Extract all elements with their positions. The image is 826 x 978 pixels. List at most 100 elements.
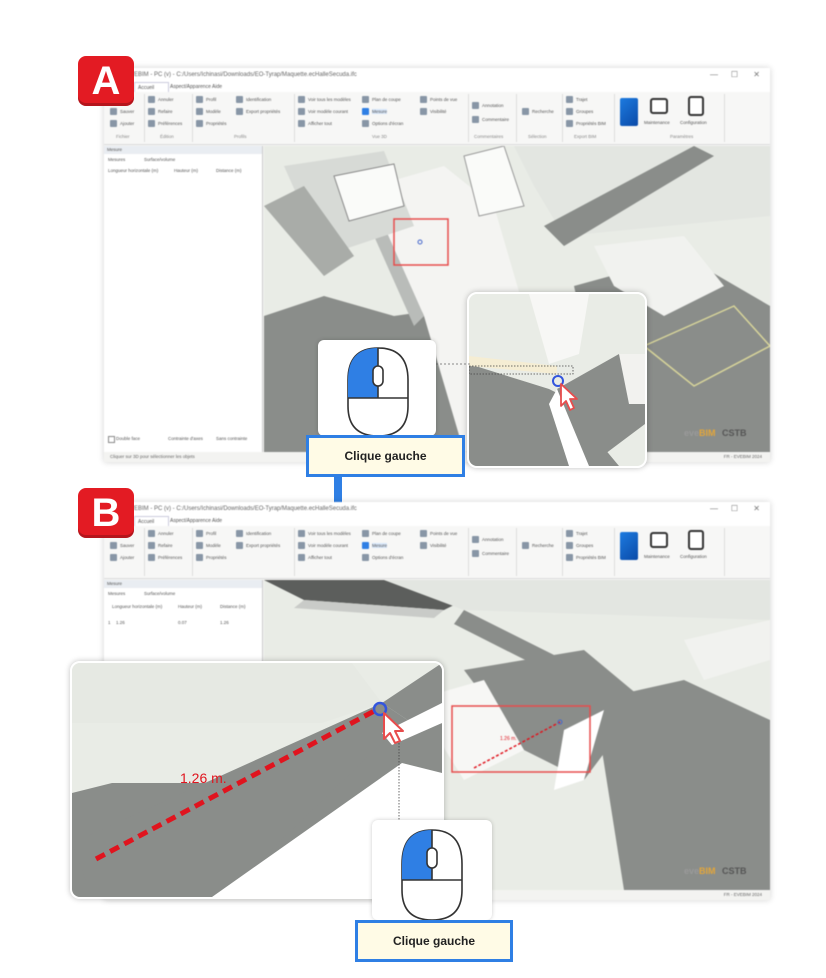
ribbon-item-visibilite[interactable]: Visibilité: [430, 109, 446, 114]
visibility-icon: [420, 542, 427, 549]
window-title: EVEBIM - PC (v) - C:/Users/Ichinasi/Down…: [104, 68, 770, 82]
ribbon-item-recherche[interactable]: Recherche: [532, 543, 554, 548]
panel-tab-mesures[interactable]: Mesures: [108, 156, 125, 164]
ribbon-item-identification[interactable]: Identification: [246, 97, 271, 102]
measure-row-distance[interactable]: 1.26: [220, 620, 229, 625]
ribbon-item-preferences[interactable]: Préférences: [158, 555, 182, 560]
ribbon-item-ajouter[interactable]: Ajouter: [120, 121, 134, 126]
ribbon-item-proprietes-bim[interactable]: Propriétés BIM: [576, 121, 606, 126]
ribbon-item-annotation[interactable]: Annotation: [482, 103, 504, 108]
ribbon-item-groupes[interactable]: Groupes: [576, 543, 593, 548]
minimize-icon[interactable]: —: [710, 502, 718, 516]
col-header-distance[interactable]: Distance (m): [216, 168, 242, 173]
ribbon-item-annuler[interactable]: Annuler: [158, 97, 174, 102]
ribbon-item-profil[interactable]: Profil: [206, 531, 216, 536]
col-header-horizontal[interactable]: Longueur horizontale (m): [112, 604, 162, 609]
ribbon-item-annotation[interactable]: Annotation: [482, 537, 504, 542]
double-face-checkbox[interactable]: [108, 436, 115, 443]
identification-icon: [236, 530, 243, 537]
close-icon[interactable]: ✕: [753, 502, 760, 516]
ribbon-item-proprietes[interactable]: Propriétés: [206, 121, 227, 126]
ribbon-item-sauver[interactable]: Sauver: [120, 543, 134, 548]
ribbon-item-afficher-tout[interactable]: Afficher tout: [308, 555, 332, 560]
ribbon-item-modele[interactable]: Modèle: [206, 543, 221, 548]
profile-icon: [196, 96, 203, 103]
ribbon-item-maintenance[interactable]: Maintenance: [644, 120, 670, 125]
tab-aspect[interactable]: Aspect/Apparence: [170, 516, 211, 526]
footer-tab-contrainte[interactable]: Contrainte d'axes: [168, 436, 203, 441]
ribbon-item-groupes[interactable]: Groupes: [576, 109, 593, 114]
ribbon-item-trajet[interactable]: Trajet: [576, 97, 587, 102]
model-view-icon: [298, 542, 305, 549]
ribbon-item-mesure[interactable]: Mesure: [372, 109, 388, 114]
minimize-icon[interactable]: —: [710, 68, 718, 82]
ribbon-item-points-de-vue[interactable]: Points de vue: [430, 97, 457, 102]
ribbon-item-voir-courant[interactable]: Voir modèle courant: [308, 109, 348, 114]
ribbon-group-vue3d: Voir tous les modèles Voir modèle couran…: [296, 94, 469, 142]
ribbon-item-identification[interactable]: Identification: [246, 531, 271, 536]
ribbon-item-voir-courant[interactable]: Voir modèle courant: [308, 543, 348, 548]
ribbon-item-profil[interactable]: Profil: [206, 97, 216, 102]
panel-tab-mesures[interactable]: Mesures: [108, 590, 125, 598]
ribbon-item-recherche[interactable]: Recherche: [532, 109, 554, 114]
measure-row-height[interactable]: 0.07: [178, 620, 187, 625]
ribbon-item-voir-tous[interactable]: Voir tous les modèles: [308, 531, 351, 536]
measure-distance-label: 1.26 m.: [180, 770, 227, 786]
ribbon-item-configuration[interactable]: Configuration: [680, 554, 707, 559]
ribbon-item-proprietes[interactable]: Propriétés: [206, 555, 227, 560]
panel-tab-surface[interactable]: Surface/volume: [144, 156, 175, 164]
ribbon-item-afficher-tout[interactable]: Afficher tout: [308, 121, 332, 126]
tab-aide[interactable]: Aide: [212, 516, 232, 526]
ribbon-item-refaire[interactable]: Refaire: [158, 543, 173, 548]
footer-tab-sans-contrainte[interactable]: Sans contrainte: [216, 436, 247, 441]
ribbon-item-points-de-vue[interactable]: Points de vue: [430, 531, 457, 536]
maximize-icon[interactable]: ☐: [731, 68, 738, 82]
evebim-logo-icon: [620, 532, 638, 560]
left-click-label-b: Clique gauche: [355, 920, 513, 962]
tab-aide[interactable]: Aide: [212, 82, 232, 92]
ribbon-item-voir-tous[interactable]: Voir tous les modèles: [308, 97, 351, 102]
ribbon-caption: Édition: [160, 134, 174, 139]
ribbon-item-annuler[interactable]: Annuler: [158, 531, 174, 536]
ribbon-item-preferences[interactable]: Préférences: [158, 121, 182, 126]
ribbon-item-modele[interactable]: Modèle: [206, 109, 221, 114]
ribbon-item-options-ecran[interactable]: Options d'écran: [372, 121, 403, 126]
path-icon: [566, 530, 573, 537]
ribbon-item-mesure[interactable]: Mesure: [372, 543, 388, 548]
panel-tab-surface[interactable]: Surface/volume: [144, 590, 175, 598]
ribbon-item-plan-coupe[interactable]: Plan de coupe: [372, 531, 401, 536]
redo-icon: [148, 108, 155, 115]
eye-icon: [298, 120, 305, 127]
ribbon-item-sauver[interactable]: Sauver: [120, 109, 134, 114]
ribbon-item-export[interactable]: Export propriétés: [246, 109, 280, 114]
ribbon-item-configuration[interactable]: Configuration: [680, 120, 707, 125]
ribbon-item-commentaire[interactable]: Commentaire: [482, 551, 509, 556]
ribbon-item-plan-coupe[interactable]: Plan de coupe: [372, 97, 401, 102]
ribbon-item-options-ecran[interactable]: Options d'écran: [372, 555, 403, 560]
ribbon-item-proprietes-bim[interactable]: Propriétés BIM: [576, 555, 606, 560]
ribbon-item-commentaire[interactable]: Commentaire: [482, 117, 509, 122]
model-icon: [196, 108, 203, 115]
tab-aspect[interactable]: Aspect/Apparence: [170, 82, 211, 92]
ribbon-item-refaire[interactable]: Refaire: [158, 109, 173, 114]
close-icon[interactable]: ✕: [753, 68, 760, 82]
watermark: eveBIM CSTB: [684, 866, 747, 876]
groups-icon: [566, 108, 573, 115]
ribbon-item-trajet[interactable]: Trajet: [576, 531, 587, 536]
ribbon: Ouvrir Sauver Ajouter Fichier Annuler Re…: [104, 92, 770, 145]
col-header-horizontal[interactable]: Longueur horizontale (m): [108, 168, 158, 173]
col-header-height[interactable]: Hauteur (m): [174, 168, 198, 173]
maximize-icon[interactable]: ☐: [731, 502, 738, 516]
comment-icon: [472, 550, 479, 557]
configuration-icon: [688, 530, 704, 550]
col-header-height[interactable]: Hauteur (m): [178, 604, 202, 609]
ribbon-caption: Commentaires: [474, 134, 504, 139]
measure-row-horizontal[interactable]: 1.26: [116, 620, 125, 625]
ribbon-item-visibilite[interactable]: Visibilité: [430, 543, 446, 548]
ribbon-item-export[interactable]: Export propriétés: [246, 543, 280, 548]
measure-row-index[interactable]: 1: [108, 620, 111, 625]
ribbon-item-ajouter[interactable]: Ajouter: [120, 555, 134, 560]
ribbon-item-maintenance[interactable]: Maintenance: [644, 554, 670, 559]
panel-title: Mesure: [104, 146, 262, 154]
col-header-distance[interactable]: Distance (m): [220, 604, 246, 609]
